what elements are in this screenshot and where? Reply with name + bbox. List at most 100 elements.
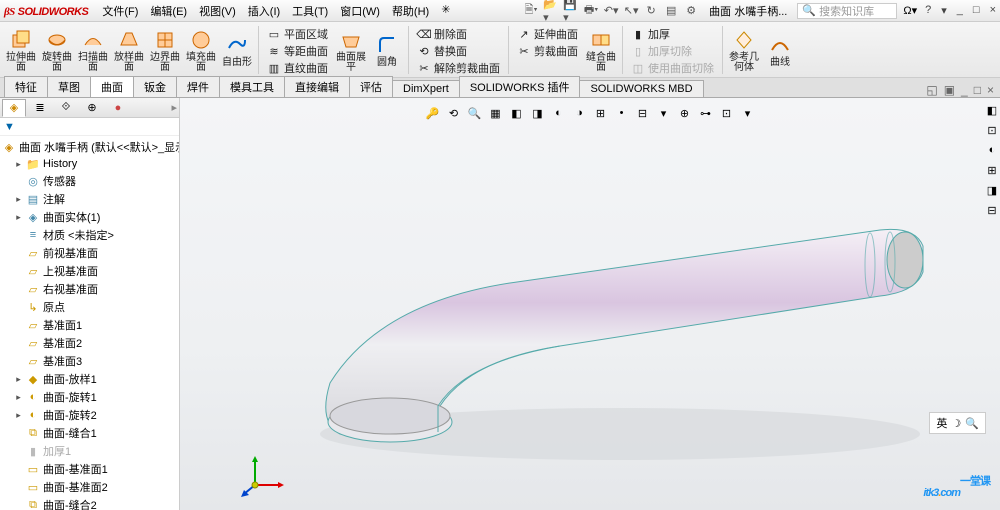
loft-surface-button[interactable]: 放样曲面	[112, 24, 146, 76]
right-tool-icon[interactable]: ⊟	[984, 202, 1000, 218]
expand-icon[interactable]: ▸	[14, 410, 23, 421]
rebuild-icon[interactable]: ↻	[643, 3, 659, 19]
expand-icon[interactable]: ▸	[14, 374, 23, 385]
view-tool-icon[interactable]: 🔑	[424, 104, 442, 122]
reference-geometry-button[interactable]: 参考几何体	[727, 24, 761, 76]
vp-close-icon[interactable]: ×	[987, 83, 994, 97]
menu-tools[interactable]: 工具(T)	[286, 1, 334, 21]
open-icon[interactable]: 📂▾	[543, 3, 559, 19]
minimize-icon[interactable]: _	[957, 4, 963, 17]
expand-icon[interactable]: ▸	[14, 392, 23, 403]
menu-file[interactable]: 文件(F)	[96, 1, 144, 21]
view-tool-icon[interactable]: 🔍	[466, 104, 484, 122]
expand-icon[interactable]: ▸	[14, 159, 23, 170]
menu-view[interactable]: 视图(V)	[193, 1, 242, 21]
side-tab-dimxpert[interactable]: ⊕	[80, 99, 104, 117]
replace-face-button[interactable]: ⟲替换面	[415, 43, 502, 59]
tab-mbd[interactable]: SOLIDWORKS MBD	[579, 80, 703, 97]
tree-item[interactable]: ▸◐曲面-旋转1	[0, 388, 179, 406]
untrim-surface-button[interactable]: ✂解除剪裁曲面	[415, 60, 502, 76]
tab-surface[interactable]: 曲面	[90, 76, 134, 97]
tree-item[interactable]: ⧉曲面-缝合1	[0, 424, 179, 442]
tab-dimxpert[interactable]: DimXpert	[392, 80, 460, 97]
vp-layout2-icon[interactable]: ▣	[944, 83, 955, 97]
tab-addins[interactable]: SOLIDWORKS 插件	[459, 76, 581, 97]
ruled-surface-button[interactable]: ▥直纹曲面	[265, 60, 330, 76]
right-tool-icon[interactable]: ⊡	[984, 122, 1000, 138]
planar-region-button[interactable]: ▭平面区域	[265, 26, 330, 42]
flatten-surface-button[interactable]: 曲面展平	[334, 24, 368, 76]
tree-item[interactable]: ◎传感器	[0, 172, 179, 190]
menu-window[interactable]: 窗口(W)	[334, 1, 386, 21]
settings-icon[interactable]: ⚙	[683, 3, 699, 19]
right-tool-icon[interactable]: ◐	[984, 142, 1000, 158]
trim-surface-button[interactable]: ✂剪裁曲面	[515, 43, 580, 59]
tree-item[interactable]: ▭曲面-基准面1	[0, 460, 179, 478]
new-icon[interactable]: 🗎▾	[523, 3, 539, 19]
tree-item[interactable]: ⧉曲面-缝合2	[0, 496, 179, 510]
tree-item[interactable]: ↳原点	[0, 298, 179, 316]
tab-sketch[interactable]: 草图	[47, 76, 91, 97]
search-input[interactable]: 🔍搜索知识库	[797, 3, 897, 19]
menu-help[interactable]: 帮助(H)	[386, 1, 435, 21]
side-tab-feature[interactable]: ◈	[2, 99, 26, 117]
side-tab-config[interactable]: ⟐	[54, 99, 78, 117]
view-tool-icon[interactable]: ⊞	[592, 104, 610, 122]
revolve-surface-button[interactable]: 旋转曲面	[40, 24, 74, 76]
expand-icon[interactable]: ▸	[14, 194, 23, 205]
tree-item[interactable]: ▸📁History	[0, 156, 179, 172]
curves-button[interactable]: 曲线	[763, 24, 797, 76]
thicken-button[interactable]: ▮加厚	[629, 26, 716, 42]
tree-item[interactable]: ▸▤注解	[0, 190, 179, 208]
tree-item[interactable]: ▸◐曲面-旋转2	[0, 406, 179, 424]
extend-surface-button[interactable]: ↗延伸曲面	[515, 26, 580, 42]
tab-evaluate[interactable]: 评估	[349, 76, 393, 97]
filter-icon[interactable]: ▼	[4, 121, 15, 133]
tab-weldments[interactable]: 焊件	[176, 76, 220, 97]
view-tool-icon[interactable]: ◨	[529, 104, 547, 122]
search-mode[interactable]: Ω▾	[903, 4, 917, 17]
extrude-surface-button[interactable]: 拉伸曲面	[4, 24, 38, 76]
triad-icon[interactable]	[240, 450, 290, 500]
side-more-icon[interactable]: ▸	[171, 101, 177, 114]
tree-item[interactable]: ▱前视基准面	[0, 244, 179, 262]
view-tool-icon[interactable]: ⟲	[445, 104, 463, 122]
tree-root[interactable]: ◈曲面 水嘴手柄 (默认<<默认>_显示状态 1	[0, 138, 179, 156]
view-tool-icon[interactable]: ⊡	[718, 104, 736, 122]
menu-star[interactable]: ✳	[435, 1, 456, 21]
right-tool-icon[interactable]: ◧	[984, 102, 1000, 118]
right-tool-icon[interactable]: ◨	[984, 182, 1000, 198]
right-tool-icon[interactable]: ⊞	[984, 162, 1000, 178]
tree-item[interactable]: ▱基准面3	[0, 352, 179, 370]
offset-surface-button[interactable]: ≋等距曲面	[265, 43, 330, 59]
tree-item[interactable]: ≡材质 <未指定>	[0, 226, 179, 244]
fill-surface-button[interactable]: 填充曲面	[184, 24, 218, 76]
knit-surface-button[interactable]: 缝合曲面	[584, 24, 618, 76]
undo-icon[interactable]: ↶▾	[603, 3, 619, 19]
view-tool-icon[interactable]: ⊶	[697, 104, 715, 122]
print-icon[interactable]: 🖶▾	[583, 3, 599, 19]
tree-item[interactable]: ▮加厚1	[0, 442, 179, 460]
view-tool-icon[interactable]: ◐	[550, 104, 568, 122]
vp-min-icon[interactable]: _	[961, 83, 968, 97]
menu-insert[interactable]: 插入(I)	[242, 1, 286, 21]
view-tool-icon[interactable]: ⊕	[676, 104, 694, 122]
tab-features[interactable]: 特征	[4, 76, 48, 97]
tab-directedit[interactable]: 直接编辑	[284, 76, 350, 97]
sweep-surface-button[interactable]: 扫描曲面	[76, 24, 110, 76]
tab-sheetmetal[interactable]: 钣金	[133, 76, 177, 97]
tree-item[interactable]: ▱右视基准面	[0, 280, 179, 298]
menu-edit[interactable]: 编辑(E)	[144, 1, 193, 21]
feature-tree[interactable]: ◈曲面 水嘴手柄 (默认<<默认>_显示状态 1 ▸📁History◎传感器▸▤…	[0, 136, 179, 510]
ime-indicator[interactable]: 英 ☽ 🔍	[929, 412, 986, 434]
tab-moldtools[interactable]: 模具工具	[219, 76, 285, 97]
save-icon[interactable]: 💾▾	[563, 3, 579, 19]
tree-item[interactable]: ▱上视基准面	[0, 262, 179, 280]
select-icon[interactable]: ↖▾	[623, 3, 639, 19]
tree-item[interactable]: ▱基准面2	[0, 334, 179, 352]
help-icon[interactable]: ?	[925, 4, 931, 17]
boundary-surface-button[interactable]: 边界曲面	[148, 24, 182, 76]
delete-face-button[interactable]: ⌫删除面	[415, 26, 502, 42]
view-tool-icon[interactable]: ▾	[655, 104, 673, 122]
view-tool-icon[interactable]: ▾	[739, 104, 757, 122]
